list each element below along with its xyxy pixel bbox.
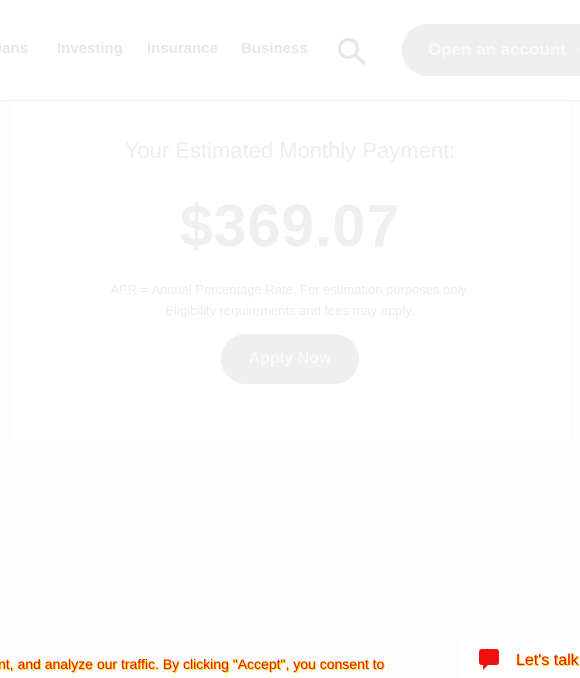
nav-insurance[interactable]: Insurance [147,40,218,57]
apr-disclaimer: APR = Annual Percentage Rate. For estima… [110,282,470,297]
cookie-consent-text: nt, and analyze our traffic. By clicking… [0,656,385,672]
chat-bubble-icon [476,648,502,674]
chat-label: Let's talk [516,652,579,669]
nav-loans[interactable]: oans [0,40,28,57]
payment-title: Your Estimated Monthly Payment: [124,138,456,163]
chat-widget[interactable]: Let's talk [462,640,580,678]
eligibility-disclaimer: Eligibility requirements and fees may ap… [165,303,415,318]
apply-now-label: Apply Now [248,350,332,367]
monthly-payment-amount: $369.07 [179,193,401,259]
open-account-button[interactable]: Open an account ⌵ [402,24,580,76]
open-account-label: Open an account [428,40,566,59]
site-header: oans Investing Insurance Business Open a… [0,0,580,101]
page: oans Investing Insurance Business Open a… [0,0,580,678]
nav-investing[interactable]: Investing [57,40,123,57]
search-icon[interactable] [336,36,368,66]
chevron-down-icon: ⌵ [573,38,580,54]
nav-business[interactable]: Business [241,40,308,57]
apply-now-button[interactable]: Apply Now [221,334,359,384]
